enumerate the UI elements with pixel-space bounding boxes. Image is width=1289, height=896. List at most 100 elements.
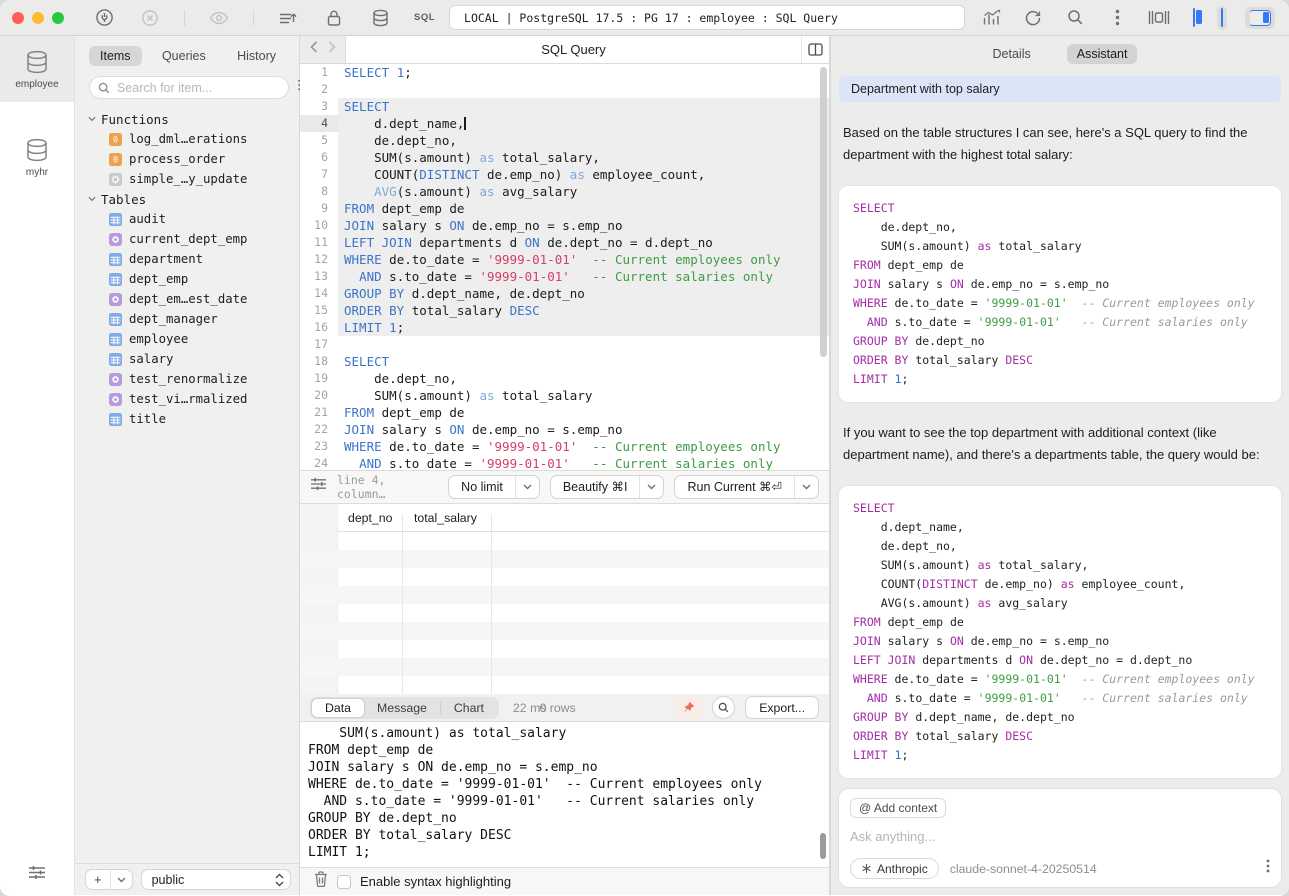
line-number: 18 [300,353,338,370]
enable-syntax-label[interactable]: Enable syntax highlighting [360,874,511,889]
expand-window-icon[interactable] [1147,7,1171,29]
message-text: SUM(s.amount) as total_salary FROM dept_… [300,722,829,861]
code-line: WHERE de.to_date = '9999-01-01' -- Curre… [853,670,1267,689]
tab-data[interactable]: Data [312,699,364,717]
sidebar-search[interactable] [89,76,289,99]
tab-items[interactable]: Items [89,46,142,66]
table-row[interactable] [300,658,829,676]
editor-scrollbar[interactable] [820,67,827,357]
tree-section-functions[interactable]: Functions [75,109,299,129]
toolbar-filter-icon[interactable] [310,477,327,496]
back-icon[interactable] [310,40,318,58]
chevron-down-icon[interactable] [111,877,132,883]
toggle-right-panel[interactable] [1245,7,1275,29]
results-grid[interactable]: dept_no total_salary [300,504,829,694]
limit-dropdown[interactable]: No limit [448,475,540,499]
tab-assistant[interactable]: Assistant [1067,44,1138,64]
assistant-code-block-1[interactable]: SELECT de.dept_no, SUM(s.amount) as tota… [839,186,1281,402]
tree-item-audit[interactable]: audit [75,209,299,229]
tree-item-test-vi-rmalized[interactable]: test_vi…rmalized [75,389,299,409]
add-context-chip[interactable]: @ Add context [850,798,946,818]
code-area[interactable]: SELECT 1; SELECT d.dept_name, de.dept_no… [338,64,829,470]
tree-item-department[interactable]: department [75,249,299,269]
enable-syntax-checkbox[interactable] [337,875,351,889]
assistant-input-card[interactable]: @ Add context Ask anything... Anthropic … [839,789,1281,887]
tree-item-dept-emp[interactable]: dept_emp [75,269,299,289]
close-window-button[interactable] [12,12,24,24]
tree-item-process-order[interactable]: 0process_order [75,149,299,169]
provider-chip[interactable]: Anthropic [850,858,939,879]
split-view-icon[interactable] [801,36,829,63]
commit-list-icon[interactable] [276,7,300,29]
disconnect-icon[interactable] [138,7,162,29]
table-row[interactable] [300,604,829,622]
database-icon[interactable] [368,7,392,29]
add-item-button[interactable]: + [85,869,133,890]
minimize-window-button[interactable] [32,12,44,24]
connect-icon[interactable] [92,7,116,29]
editor-tab-title[interactable]: SQL Query [346,36,801,63]
message-panel[interactable]: SUM(s.amount) as total_salary FROM dept_… [300,722,829,867]
tree-section-tables[interactable]: Tables [75,189,299,209]
zoom-window-button[interactable] [52,12,64,24]
code-line: COUNT(DISTINCT de.emp_no) as employee_co… [338,166,829,183]
table-row[interactable] [300,568,829,586]
pin-result-button[interactable] [675,697,702,719]
search-icon[interactable] [1063,7,1087,29]
code-line: de.dept_no, [338,370,829,387]
table-row[interactable] [300,622,829,640]
assistant-options-icon[interactable] [1266,859,1270,878]
beautify-button[interactable]: Beautify ⌘I [550,475,665,499]
search-results-button[interactable] [712,696,735,719]
chart-icon[interactable] [979,7,1003,29]
chevron-down-icon[interactable] [515,476,539,498]
sql-editor[interactable]: 123456789101112131415161718192021222324 … [300,64,829,470]
preview-eye-icon[interactable] [207,7,231,29]
tab-message[interactable]: Message [364,699,440,717]
tab-details[interactable]: Details [983,44,1041,64]
tree-item-salary[interactable]: salary [75,349,299,369]
trash-icon[interactable] [314,871,328,892]
table-row[interactable] [300,586,829,604]
connection-employee[interactable]: employee [0,36,74,102]
table-row[interactable] [300,550,829,568]
assistant-conversation[interactable]: Department with top salary Based on the … [831,66,1289,779]
provider-logo-icon [861,863,872,874]
tree-item-simple-y-update[interactable]: simple_…y_update [75,169,299,189]
toggle-left-panel[interactable] [1189,6,1199,30]
export-button[interactable]: Export... [745,696,819,719]
connection-myhr[interactable]: myhr [0,124,74,190]
more-options-icon[interactable] [1105,7,1129,29]
tab-chart[interactable]: Chart [441,699,497,717]
chevron-down-icon[interactable] [794,476,818,498]
tree-item-log-dml-erations[interactable]: 0log_dml…erations [75,129,299,149]
table-row[interactable] [300,532,829,550]
search-input[interactable] [115,80,280,96]
lock-icon[interactable] [322,7,346,29]
code-line: d.dept_name, [853,518,1267,537]
message-scrollbar[interactable] [820,833,826,859]
tab-history[interactable]: History [226,46,287,66]
assistant-code-block-2[interactable]: SELECT d.dept_name, de.dept_no, SUM(s.am… [839,486,1281,778]
table-row[interactable] [300,676,829,694]
tree-item-test-renormalize[interactable]: test_renormalize [75,369,299,389]
tree-item-current-dept-emp[interactable]: current_dept_emp [75,229,299,249]
column-header-dept-no[interactable]: dept_no [338,511,402,525]
toggle-bottom-panel[interactable] [1217,6,1227,30]
run-current-button[interactable]: Run Current ⌘⏎ [674,475,819,499]
tree-item-employee[interactable]: employee [75,329,299,349]
tab-queries[interactable]: Queries [151,46,217,66]
table-row[interactable] [300,640,829,658]
sidebar: Items Queries History Functions0log_dml…… [75,36,300,895]
tree-item-dept-manager[interactable]: dept_manager [75,309,299,329]
tree-item-dept-em-est-date[interactable]: dept_em…est_date [75,289,299,309]
chevron-down-icon[interactable] [639,476,663,498]
conversation-title-banner[interactable]: Department with top salary [839,76,1281,102]
schema-select[interactable]: public [141,869,291,890]
refresh-icon[interactable] [1021,7,1045,29]
ask-input[interactable]: Ask anything... [850,829,1270,844]
rail-filter-icon[interactable] [28,865,46,885]
column-header-total-salary[interactable]: total_salary [402,511,491,525]
forward-icon[interactable] [328,40,336,58]
tree-item-title[interactable]: title [75,409,299,429]
